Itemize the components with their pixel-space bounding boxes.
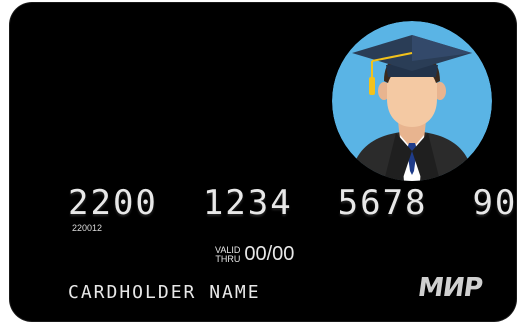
expiry-date: 00/00 <box>244 243 295 265</box>
bank-card: 2200 1234 5678 9010 220012 VALID THRU 00… <box>10 3 516 321</box>
card-bin: 220012 <box>72 223 103 233</box>
expiry-block: VALID THRU 00/00 <box>215 243 294 266</box>
graduate-avatar-icon <box>332 21 492 181</box>
mir-logo: МИР <box>415 273 484 303</box>
card-number: 2200 1234 5678 9010 <box>68 183 516 223</box>
thru-label: THRU <box>215 253 241 264</box>
valid-thru-label: VALID THRU <box>215 245 241 264</box>
cardholder-name: CARDHOLDER NAME <box>68 282 261 303</box>
